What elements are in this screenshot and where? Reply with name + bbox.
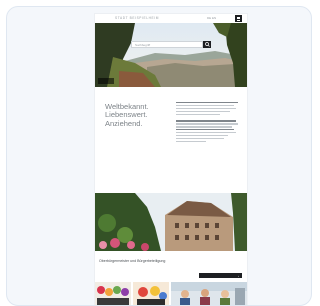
- town-hall-image: [95, 193, 247, 251]
- arrow-right-icon: ›: [238, 273, 239, 278]
- section-title[interactable]: Oberbürgermeister und Bürgerbeteiligung: [99, 259, 165, 263]
- hero-landscape: [95, 23, 247, 87]
- poster-image: [133, 282, 169, 305]
- intro-tagline: Weltbekannt. Liebenswert. Anziehend.: [105, 102, 167, 128]
- teaser-tile-people[interactable]: [171, 282, 247, 305]
- search-input[interactable]: Suchbegriff: [131, 41, 203, 48]
- hamburger-menu-icon[interactable]: [235, 15, 242, 22]
- teaser-tile-market[interactable]: [95, 282, 131, 305]
- tagline-line: Anziehend.: [105, 118, 143, 128]
- preview-card: STADT BEISPIELHEIM DE EN Suchbegriff Wel…: [6, 6, 312, 306]
- search-icon: [204, 42, 210, 47]
- town-hall-photo: [95, 193, 247, 251]
- more-button[interactable]: ›: [199, 273, 242, 278]
- intro-paragraph-2: [176, 120, 240, 143]
- site-header: STADT BEISPIELHEIM DE EN: [95, 14, 247, 23]
- hero-image: Suchbegriff: [95, 23, 247, 87]
- intro-paragraph-1: [176, 102, 240, 116]
- site-brand[interactable]: STADT BEISPIELHEIM: [115, 16, 159, 20]
- language-switch[interactable]: DE EN: [207, 16, 216, 20]
- search-button[interactable]: [203, 41, 211, 48]
- teaser-tiles: [95, 282, 247, 305]
- intro-text: [176, 102, 240, 144]
- teaser-tile-poster[interactable]: [133, 282, 169, 305]
- hero-slider-controls[interactable]: [98, 78, 114, 84]
- market-image: [95, 282, 131, 305]
- people-image: [171, 282, 247, 305]
- website-page: STADT BEISPIELHEIM DE EN Suchbegriff Wel…: [95, 14, 247, 305]
